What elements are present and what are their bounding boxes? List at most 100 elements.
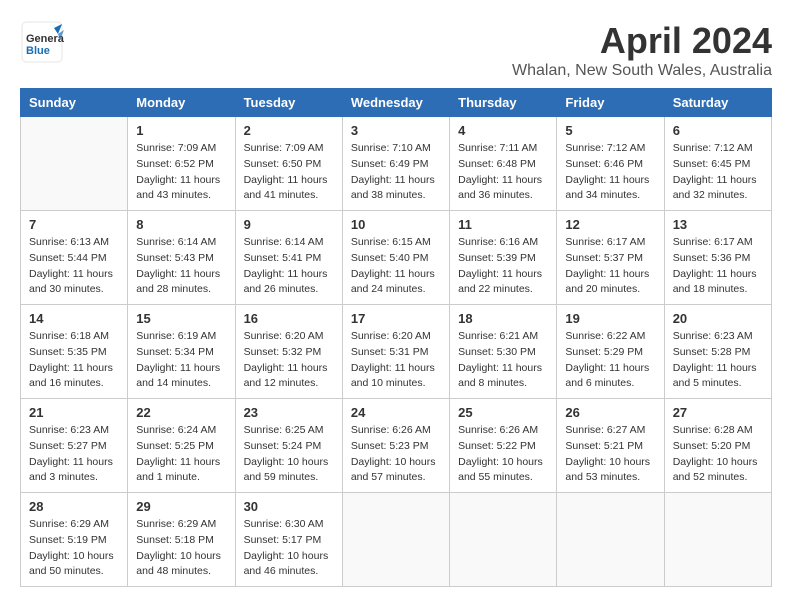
weekday-header-cell: Friday [557,89,664,117]
calendar-cell: 29 Sunrise: 6:29 AMSunset: 5:18 PMDayligh… [128,493,235,587]
calendar-cell [21,117,128,211]
day-number: 5 [565,123,655,138]
calendar-cell [342,493,449,587]
day-number: 28 [29,499,119,514]
day-info: Sunrise: 7:11 AMSunset: 6:48 PMDaylight:… [458,141,548,204]
day-number: 10 [351,217,441,232]
calendar-cell: 5Sunrise: 7:12 AMSunset: 6:46 PMDaylight… [557,117,664,211]
calendar-cell: 3 Sunrise: 7:10 AMSunset: 6:49 PMDaylight… [342,117,449,211]
calendar-cell: 28 Sunrise: 6:29 AMSunset: 5:19 PMDayligh… [21,493,128,587]
calendar-cell [664,493,771,587]
day-info: Sunrise: 6:20 AMSunset: 5:31 PMDaylight:… [351,329,441,392]
calendar-cell: 25 Sunrise: 6:26 AMSunset: 5:22 PMDayligh… [450,399,557,493]
weekday-header-cell: Sunday [21,89,128,117]
calendar-table: SundayMondayTuesdayWednesdayThursdayFrid… [20,88,772,587]
location-title: Whalan, New South Wales, Australia [512,62,772,80]
calendar-cell: 19 Sunrise: 6:22 AMSunset: 5:29 PMDayligh… [557,305,664,399]
day-number: 4 [458,123,548,138]
day-info: Sunrise: 6:29 AMSunset: 5:19 PMDaylight:… [29,517,119,580]
day-info: Sunrise: 6:17 AMSunset: 5:37 PMDaylight:… [565,235,655,298]
day-number: 27 [673,405,763,420]
calendar-cell: 22 Sunrise: 6:24 AMSunset: 5:25 PMDayligh… [128,399,235,493]
calendar-cell: 24 Sunrise: 6:26 AMSunset: 5:23 PMDayligh… [342,399,449,493]
calendar-cell: 11 Sunrise: 6:16 AMSunset: 5:39 PMDayligh… [450,211,557,305]
day-info: Sunrise: 6:24 AMSunset: 5:25 PMDaylight:… [136,423,226,486]
day-info: Sunrise: 6:13 AMSunset: 5:44 PMDaylight:… [29,235,119,298]
day-number: 22 [136,405,226,420]
day-number: 11 [458,217,548,232]
calendar-cell: 21 Sunrise: 6:23 AMSunset: 5:27 PMDayligh… [21,399,128,493]
calendar-week-row: 28 Sunrise: 6:29 AMSunset: 5:19 PMDayligh… [21,493,772,587]
month-title: April 2024 [512,20,772,62]
day-info: Sunrise: 6:25 AMSunset: 5:24 PMDaylight:… [244,423,334,486]
calendar-cell: 23 Sunrise: 6:25 AMSunset: 5:24 PMDayligh… [235,399,342,493]
page-header: General Blue April 2024 Whalan, New Sout… [20,20,772,80]
weekday-header-cell: Tuesday [235,89,342,117]
calendar-cell: 30 Sunrise: 6:30 AMSunset: 5:17 PMDayligh… [235,493,342,587]
calendar-cell: 12Sunrise: 6:17 AMSunset: 5:37 PMDayligh… [557,211,664,305]
day-number: 8 [136,217,226,232]
day-info: Sunrise: 6:16 AMSunset: 5:39 PMDaylight:… [458,235,548,298]
day-number: 18 [458,311,548,326]
calendar-cell: 15Sunrise: 6:19 AMSunset: 5:34 PMDayligh… [128,305,235,399]
day-info: Sunrise: 6:21 AMSunset: 5:30 PMDaylight:… [458,329,548,392]
calendar-cell: 1 Sunrise: 7:09 AMSunset: 6:52 PMDaylight… [128,117,235,211]
day-number: 23 [244,405,334,420]
day-number: 2 [244,123,334,138]
day-number: 25 [458,405,548,420]
day-info: Sunrise: 6:14 AMSunset: 5:43 PMDaylight:… [136,235,226,298]
day-info: Sunrise: 6:23 AMSunset: 5:27 PMDaylight:… [29,423,119,486]
day-number: 6 [673,123,763,138]
day-number: 3 [351,123,441,138]
day-info: Sunrise: 6:26 AMSunset: 5:22 PMDaylight:… [458,423,548,486]
day-info: Sunrise: 6:26 AMSunset: 5:23 PMDaylight:… [351,423,441,486]
weekday-header-cell: Monday [128,89,235,117]
day-number: 7 [29,217,119,232]
day-info: Sunrise: 7:12 AMSunset: 6:45 PMDaylight:… [673,141,763,204]
calendar-week-row: 1 Sunrise: 7:09 AMSunset: 6:52 PMDaylight… [21,117,772,211]
svg-text:Blue: Blue [26,45,50,57]
day-number: 24 [351,405,441,420]
day-info: Sunrise: 6:22 AMSunset: 5:29 PMDaylight:… [565,329,655,392]
calendar-body: 1 Sunrise: 7:09 AMSunset: 6:52 PMDaylight… [21,117,772,587]
weekday-header-cell: Saturday [664,89,771,117]
calendar-cell: 20 Sunrise: 6:23 AMSunset: 5:28 PMDayligh… [664,305,771,399]
calendar-cell: 14 Sunrise: 6:18 AMSunset: 5:35 PMDayligh… [21,305,128,399]
calendar-cell: 9 Sunrise: 6:14 AMSunset: 5:41 PMDaylight… [235,211,342,305]
day-info: Sunrise: 6:18 AMSunset: 5:35 PMDaylight:… [29,329,119,392]
calendar-cell: 7 Sunrise: 6:13 AMSunset: 5:44 PMDaylight… [21,211,128,305]
day-number: 26 [565,405,655,420]
title-block: April 2024 Whalan, New South Wales, Aust… [512,20,772,80]
day-info: Sunrise: 6:28 AMSunset: 5:20 PMDaylight:… [673,423,763,486]
day-number: 20 [673,311,763,326]
day-number: 16 [244,311,334,326]
calendar-cell: 10Sunrise: 6:15 AMSunset: 5:40 PMDayligh… [342,211,449,305]
calendar-cell: 27 Sunrise: 6:28 AMSunset: 5:20 PMDayligh… [664,399,771,493]
calendar-cell: 4 Sunrise: 7:11 AMSunset: 6:48 PMDaylight… [450,117,557,211]
calendar-cell: 26Sunrise: 6:27 AMSunset: 5:21 PMDayligh… [557,399,664,493]
day-info: Sunrise: 7:10 AMSunset: 6:49 PMDaylight:… [351,141,441,204]
day-info: Sunrise: 6:14 AMSunset: 5:41 PMDaylight:… [244,235,334,298]
day-info: Sunrise: 6:29 AMSunset: 5:18 PMDaylight:… [136,517,226,580]
day-info: Sunrise: 6:30 AMSunset: 5:17 PMDaylight:… [244,517,334,580]
calendar-week-row: 7 Sunrise: 6:13 AMSunset: 5:44 PMDaylight… [21,211,772,305]
calendar-week-row: 14 Sunrise: 6:18 AMSunset: 5:35 PMDayligh… [21,305,772,399]
calendar-cell: 2Sunrise: 7:09 AMSunset: 6:50 PMDaylight… [235,117,342,211]
day-number: 13 [673,217,763,232]
day-number: 19 [565,311,655,326]
weekday-header-row: SundayMondayTuesdayWednesdayThursdayFrid… [21,89,772,117]
day-number: 29 [136,499,226,514]
day-info: Sunrise: 6:19 AMSunset: 5:34 PMDaylight:… [136,329,226,392]
logo-icon: General Blue [20,20,64,64]
calendar-week-row: 21 Sunrise: 6:23 AMSunset: 5:27 PMDayligh… [21,399,772,493]
day-number: 21 [29,405,119,420]
day-number: 9 [244,217,334,232]
day-number: 14 [29,311,119,326]
day-info: Sunrise: 6:23 AMSunset: 5:28 PMDaylight:… [673,329,763,392]
day-number: 30 [244,499,334,514]
calendar-cell [450,493,557,587]
day-info: Sunrise: 7:09 AMSunset: 6:52 PMDaylight:… [136,141,226,204]
calendar-cell: 8 Sunrise: 6:14 AMSunset: 5:43 PMDaylight… [128,211,235,305]
day-number: 1 [136,123,226,138]
day-info: Sunrise: 6:17 AMSunset: 5:36 PMDaylight:… [673,235,763,298]
